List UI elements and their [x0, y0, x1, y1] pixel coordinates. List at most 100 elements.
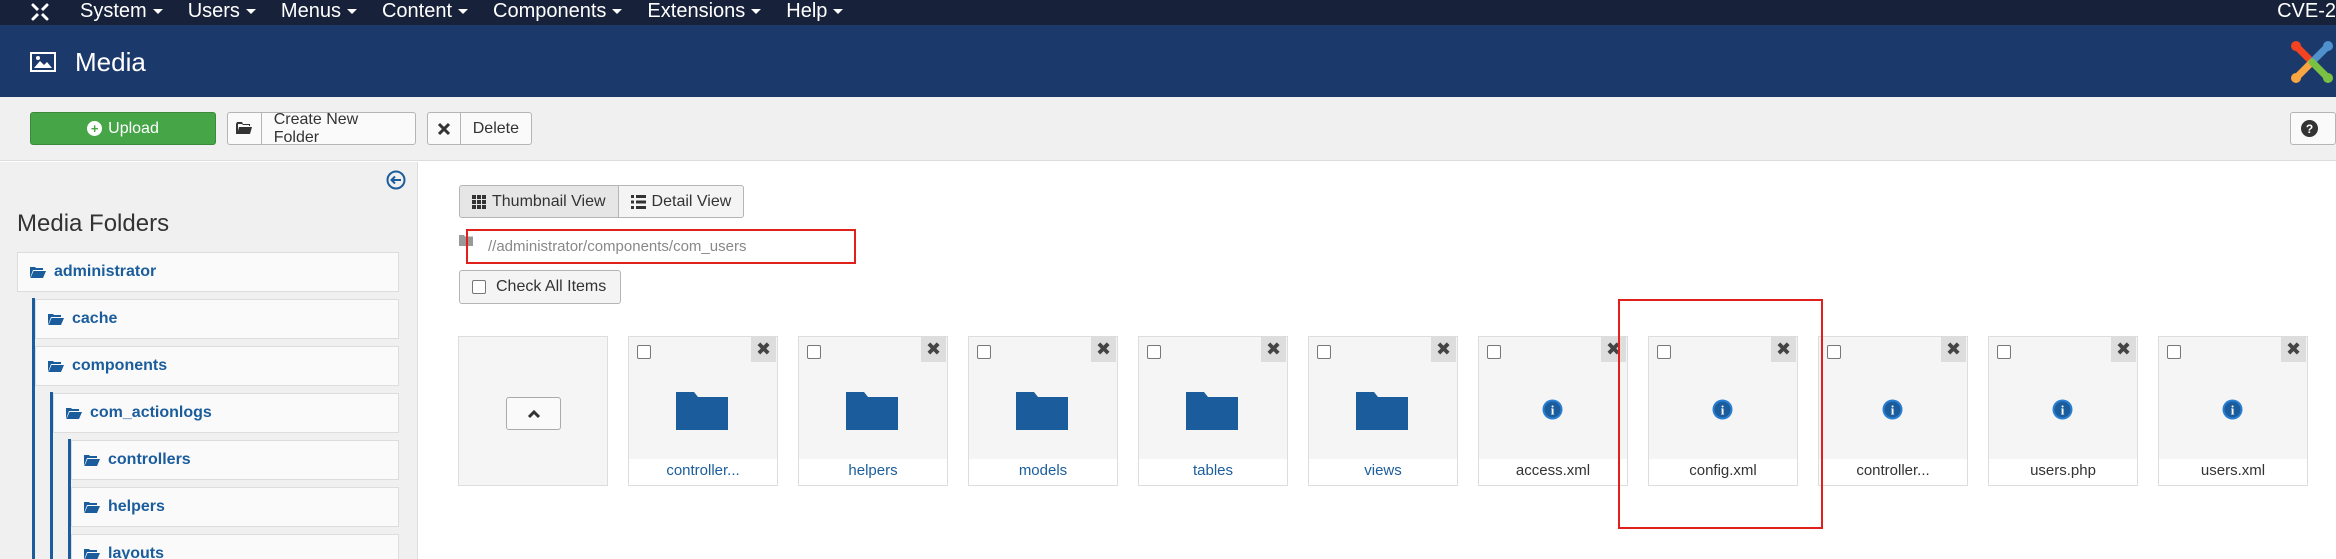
close-icon: [428, 113, 461, 144]
tile-checkbox[interactable]: [1827, 345, 1841, 359]
tile-name: controller...: [1819, 459, 1967, 485]
delete-item-icon[interactable]: ✖: [921, 337, 946, 362]
tile-checkbox[interactable]: [1147, 345, 1161, 359]
menu-content[interactable]: Content: [382, 0, 482, 25]
check-all-checkbox[interactable]: [472, 280, 486, 294]
main-menu: System Users Menus Content Components Ex…: [80, 0, 868, 25]
help-button[interactable]: ?: [2290, 112, 2336, 145]
tile-name: access.xml: [1479, 459, 1627, 485]
menu-help[interactable]: Help: [786, 0, 857, 25]
tile-name[interactable]: tables: [1139, 459, 1287, 485]
delete-item-icon[interactable]: ✖: [2111, 337, 2136, 362]
check-all-button[interactable]: Check All Items: [459, 270, 622, 304]
caret-down-icon: [245, 9, 256, 15]
info-icon: i: [2222, 399, 2243, 420]
info-icon: i: [1882, 399, 1903, 420]
folder-tile[interactable]: ✖ models: [968, 336, 1118, 486]
folder-tile[interactable]: ✖ helpers: [798, 336, 948, 486]
file-tile[interactable]: ✖ i access.xml: [1478, 336, 1628, 486]
image-icon: [30, 52, 56, 72]
file-tile[interactable]: ✖ i controller...: [1818, 336, 1968, 486]
tree-item-layouts[interactable]: layouts: [71, 534, 399, 559]
upload-button[interactable]: + Upload: [30, 112, 216, 145]
media-folders-sidebar: Media Folders administrator cache compon…: [0, 162, 418, 559]
tile-checkbox[interactable]: [637, 345, 651, 359]
tile-checkbox[interactable]: [1487, 345, 1501, 359]
page-title: Media: [75, 47, 146, 77]
delete-item-icon[interactable]: ✖: [1431, 337, 1456, 362]
joomla-icon[interactable]: [28, 1, 52, 23]
parent-folder-button[interactable]: [506, 397, 561, 430]
folder-icon: [1016, 392, 1068, 430]
tile-name: users.xml: [2159, 459, 2307, 485]
delete-item-icon[interactable]: ✖: [1261, 337, 1286, 362]
caret-down-icon: [833, 9, 844, 15]
delete-item-icon[interactable]: ✖: [1941, 337, 1966, 362]
folder-icon: [84, 548, 100, 559]
caret-down-icon: [152, 9, 163, 15]
menu-extensions[interactable]: Extensions: [647, 0, 775, 25]
tree-item-helpers[interactable]: helpers: [71, 487, 399, 527]
page-header: Media: [0, 25, 2336, 97]
tree-item-administrator[interactable]: administrator: [17, 252, 399, 292]
folder-icon: [846, 392, 898, 430]
parent-folder-tile[interactable]: [458, 336, 608, 486]
tile-checkbox[interactable]: [2167, 345, 2181, 359]
menu-components[interactable]: Components: [493, 0, 636, 25]
file-tile[interactable]: ✖ i users.xml: [2158, 336, 2308, 486]
delete-item-icon[interactable]: ✖: [2281, 337, 2306, 362]
svg-text:i: i: [1551, 403, 1555, 418]
menu-system[interactable]: System: [80, 0, 177, 25]
tile-name[interactable]: helpers: [799, 459, 947, 485]
file-tile[interactable]: ✖ i users.php: [1988, 336, 2138, 486]
svg-text:i: i: [1891, 403, 1895, 418]
tile-name[interactable]: views: [1309, 459, 1457, 485]
folder-icon: [84, 501, 100, 513]
tile-name[interactable]: models: [969, 459, 1117, 485]
media-main-panel: Thumbnail View Detail View //administrat…: [419, 162, 2336, 559]
tile-name[interactable]: controller...: [629, 459, 777, 485]
toolbar: + Upload Create New Folder Delete ?: [0, 97, 2336, 161]
folder-tile[interactable]: ✖ controller...: [628, 336, 778, 486]
delete-button[interactable]: Delete: [427, 112, 532, 145]
delete-item-icon[interactable]: ✖: [751, 337, 776, 362]
list-icon: [630, 194, 646, 209]
tile-checkbox[interactable]: [1997, 345, 2011, 359]
folder-tile[interactable]: ✖ tables: [1138, 336, 1288, 486]
tile-checkbox[interactable]: [977, 345, 991, 359]
menu-users[interactable]: Users: [188, 0, 270, 25]
detail-view-button[interactable]: Detail View: [618, 185, 745, 218]
folder-icon: [1356, 392, 1408, 430]
question-icon: ?: [2301, 120, 2318, 137]
create-folder-button[interactable]: Create New Folder: [227, 111, 416, 146]
plus-circle-icon: +: [87, 121, 103, 136]
site-name-link[interactable]: CVE-2: [2277, 0, 2336, 23]
tree-item-controllers[interactable]: controllers: [71, 440, 399, 480]
caret-down-icon: [458, 9, 469, 15]
tile-checkbox[interactable]: [807, 345, 821, 359]
svg-text:i: i: [2061, 403, 2065, 418]
folder-icon: [48, 313, 64, 325]
caret-down-icon: [612, 9, 623, 15]
tile-name: users.php: [1989, 459, 2137, 485]
folder-tile[interactable]: ✖ views: [1308, 336, 1458, 486]
caret-down-icon: [346, 9, 357, 15]
info-icon: i: [2052, 399, 2073, 420]
tree-item-cache[interactable]: cache: [35, 299, 399, 339]
folder-icon: [228, 113, 262, 144]
tree-item-components[interactable]: components: [35, 346, 399, 386]
folder-icon: [84, 454, 100, 466]
delete-item-icon[interactable]: ✖: [1091, 337, 1116, 362]
collapse-sidebar-icon[interactable]: [386, 170, 406, 190]
thumbnail-view-button[interactable]: Thumbnail View: [459, 185, 619, 218]
folder-open-icon: [66, 407, 82, 419]
tree-item-com-actionlogs[interactable]: com_actionlogs: [53, 393, 399, 433]
top-navbar: System Users Menus Content Components Ex…: [0, 0, 2336, 25]
joomla-logo: [2291, 41, 2333, 83]
folder-path-input[interactable]: //administrator/components/com_users: [466, 229, 856, 264]
caret-down-icon: [751, 9, 762, 15]
menu-menus[interactable]: Menus: [281, 0, 371, 25]
tile-checkbox[interactable]: [1317, 345, 1331, 359]
sidebar-title: Media Folders: [17, 210, 170, 237]
folder-open-icon: [30, 266, 46, 278]
